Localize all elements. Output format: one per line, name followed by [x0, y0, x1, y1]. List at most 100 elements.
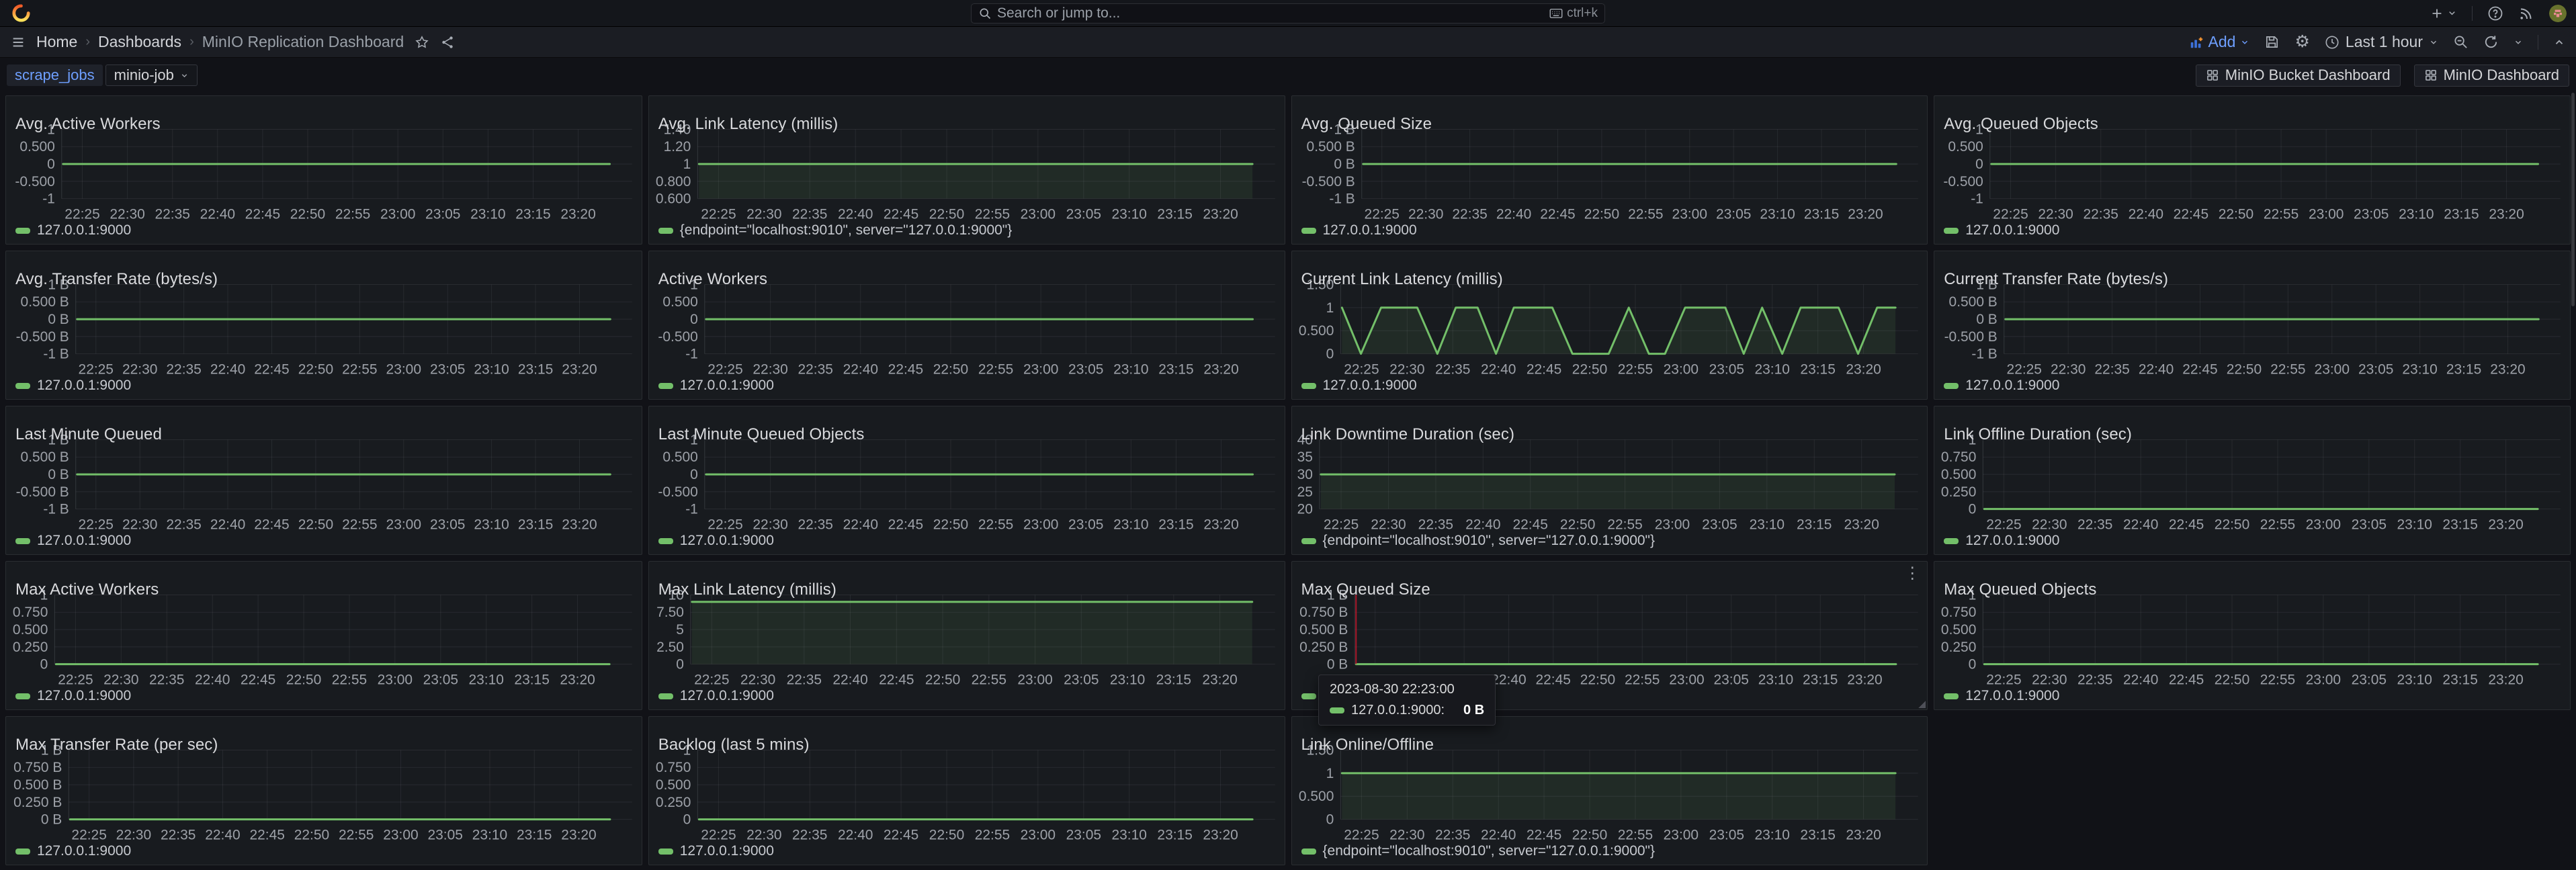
legend-label[interactable]: 127.0.0.1:9000	[1965, 378, 2059, 394]
help-icon[interactable]	[2487, 5, 2503, 21]
settings-gear-icon[interactable]: ⚙	[2294, 34, 2309, 50]
legend-label[interactable]: 127.0.0.1:9000	[37, 222, 131, 238]
panel-legend[interactable]: {endpoint="localhost:9010", server="127.…	[658, 222, 1013, 238]
legend-label[interactable]: 127.0.0.1:9000	[1323, 378, 1417, 394]
share-icon[interactable]	[440, 35, 455, 50]
svg-text:23:05: 23:05	[430, 517, 465, 532]
panel-legend[interactable]: 127.0.0.1:9000	[1944, 378, 2059, 394]
svg-text:22:30: 22:30	[2032, 517, 2067, 532]
panel-title[interactable]: Avg. Queued Objects	[1944, 115, 2098, 134]
panel-legend[interactable]: 127.0.0.1:9000	[15, 533, 131, 549]
minio-dashboard-link[interactable]: MinIO Dashboard	[2414, 64, 2569, 87]
panel-title[interactable]: Link Downtime Duration (sec)	[1301, 425, 1515, 444]
legend-label[interactable]: 127.0.0.1:9000	[37, 378, 131, 394]
collapse-up-icon[interactable]	[2553, 36, 2565, 48]
panel-legend[interactable]: 127.0.0.1:9000	[1944, 533, 2059, 549]
panel-legend[interactable]: 127.0.0.1:9000	[658, 378, 774, 394]
panel-title[interactable]: Avg. Active Workers	[15, 115, 161, 134]
legend-label[interactable]: 127.0.0.1:9000	[1965, 533, 2059, 549]
panel-legend[interactable]: {endpoint="localhost:9010", server="127.…	[1301, 533, 1656, 549]
svg-text:22:30: 22:30	[110, 206, 144, 222]
panel-legend[interactable]: 127.0.0.1:9000	[15, 843, 131, 859]
refresh-icon[interactable]	[2483, 34, 2499, 50]
svg-text:-0.500 B: -0.500 B	[1301, 174, 1355, 189]
legend-label[interactable]: 127.0.0.1:9000	[37, 688, 131, 704]
legend-label[interactable]: 127.0.0.1:9000	[680, 688, 774, 704]
legend-label[interactable]: 127.0.0.1:9000	[680, 378, 774, 394]
panel-title[interactable]: Max Active Workers	[15, 580, 159, 599]
panel-legend[interactable]: 127.0.0.1:9000	[1301, 222, 1417, 238]
panel-legend[interactable]: 127.0.0.1:9000	[15, 222, 131, 238]
breadcrumb-home[interactable]: Home	[36, 33, 77, 51]
legend-label[interactable]: {endpoint="localhost:9010", server="127.…	[1323, 533, 1656, 549]
panel-title[interactable]: Max Queued Size	[1301, 580, 1430, 599]
legend-label[interactable]: {endpoint="localhost:9010", server="127.…	[680, 222, 1013, 238]
legend-label[interactable]: 127.0.0.1:9000	[1965, 688, 2059, 704]
panel-legend[interactable]: 127.0.0.1:9000	[15, 378, 131, 394]
legend-label[interactable]: 127.0.0.1:9000	[37, 533, 131, 549]
panel-legend[interactable]: 127.0.0.1:9000	[1944, 222, 2059, 238]
svg-text:23:15: 23:15	[515, 206, 550, 222]
news-icon[interactable]	[2518, 5, 2534, 21]
panel-title[interactable]: Current Transfer Rate (bytes/s)	[1944, 270, 2168, 289]
panel-title[interactable]: Last Minute Queued	[15, 425, 162, 444]
menu-icon[interactable]	[11, 35, 26, 50]
panel-resize-handle[interactable]	[1918, 700, 1926, 708]
panel-legend[interactable]: 127.0.0.1:9000	[658, 533, 774, 549]
legend-label[interactable]: 127.0.0.1:9000	[37, 843, 131, 859]
panel-title[interactable]: Last Minute Queued Objects	[658, 425, 865, 444]
svg-text:22:40: 22:40	[832, 672, 867, 687]
panel-title[interactable]: Link Offline Duration (sec)	[1944, 425, 2132, 444]
svg-text:22:30: 22:30	[2032, 672, 2067, 687]
svg-text:23:10: 23:10	[1110, 672, 1145, 687]
svg-text:-0.500: -0.500	[15, 174, 54, 189]
legend-label[interactable]: 127.0.0.1:9000	[1965, 222, 2059, 238]
zoom-out-icon[interactable]	[2453, 34, 2468, 50]
variable-value-dropdown[interactable]: minio-job	[105, 64, 198, 86]
panel-title[interactable]: Backlog (last 5 mins)	[658, 736, 810, 754]
panel-legend[interactable]: 127.0.0.1:9000	[658, 688, 774, 704]
panel-title[interactable]: Max Link Latency (millis)	[658, 580, 836, 599]
svg-text:22:55: 22:55	[1607, 517, 1642, 532]
panel-legend[interactable]: 127.0.0.1:9000	[15, 688, 131, 704]
panel-title[interactable]: Link Online/Offline	[1301, 736, 1434, 754]
panel-title[interactable]: Active Workers	[658, 270, 767, 289]
panel-legend[interactable]: 127.0.0.1:9000	[1301, 378, 1417, 394]
panel-menu-icon[interactable]: ⋮	[1904, 566, 1920, 582]
svg-text:23:00: 23:00	[1663, 361, 1698, 377]
panel-title[interactable]: Current Link Latency (millis)	[1301, 270, 1503, 289]
svg-text:23:15: 23:15	[1156, 672, 1191, 687]
legend-label[interactable]: 127.0.0.1:9000	[1323, 222, 1417, 238]
legend-label[interactable]: {endpoint="localhost:9010", server="127.…	[1323, 843, 1656, 859]
grafana-logo[interactable]	[12, 4, 30, 22]
save-icon[interactable]	[2264, 34, 2280, 50]
chevron-down-icon[interactable]	[2514, 38, 2523, 47]
svg-text:22:40: 22:40	[210, 517, 245, 532]
panel-legend[interactable]: {endpoint="localhost:9010", server="127.…	[1301, 843, 1656, 859]
user-avatar[interactable]	[2549, 5, 2567, 22]
time-range-picker[interactable]: Last 1 hour	[2325, 33, 2438, 51]
add-panel-button[interactable]: Add	[2189, 33, 2250, 51]
svg-text:23:10: 23:10	[470, 206, 505, 222]
star-icon[interactable]	[415, 35, 429, 50]
panel-title[interactable]: Avg. Link Latency (millis)	[658, 115, 839, 134]
legend-label[interactable]: 127.0.0.1:9000	[680, 843, 774, 859]
panel-title[interactable]: Avg. Queued Size	[1301, 115, 1432, 134]
svg-text:0: 0	[690, 467, 698, 482]
minio-bucket-dashboard-link[interactable]: MinIO Bucket Dashboard	[2196, 64, 2401, 87]
svg-text:0 B: 0 B	[48, 467, 69, 482]
panel-title[interactable]: Avg. Transfer Rate (bytes/s)	[15, 270, 218, 289]
svg-text:23:00: 23:00	[380, 206, 415, 222]
panel-legend[interactable]: 127.0.0.1:9000	[1944, 688, 2059, 704]
panel-title[interactable]: Max Transfer Rate (per sec)	[15, 736, 218, 754]
svg-text:0.250: 0.250	[1941, 640, 1976, 655]
new-button[interactable]	[2430, 6, 2457, 21]
legend-swatch	[1301, 228, 1316, 234]
scrollbar[interactable]	[2571, 93, 2575, 306]
breadcrumb-dashboards[interactable]: Dashboards	[98, 33, 181, 51]
panel-title[interactable]: Max Queued Objects	[1944, 580, 2096, 599]
svg-text:0.750: 0.750	[1941, 605, 1976, 620]
panel-legend[interactable]: 127.0.0.1:9000	[658, 843, 774, 859]
search-input[interactable]: Search or jump to... ctrl+k	[971, 3, 1605, 24]
legend-label[interactable]: 127.0.0.1:9000	[680, 533, 774, 549]
